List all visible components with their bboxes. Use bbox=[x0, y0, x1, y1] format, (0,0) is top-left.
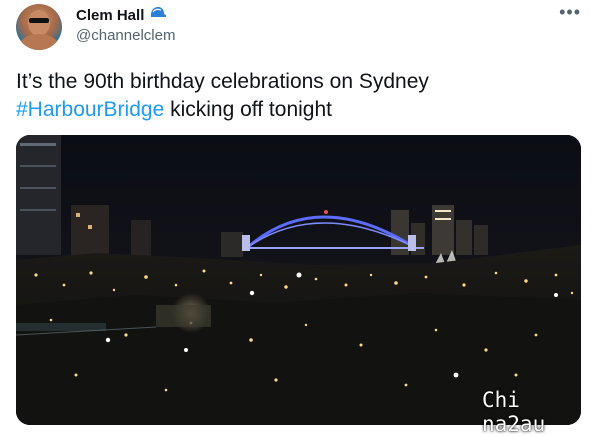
video-frame bbox=[16, 135, 581, 425]
avatar-shoulders bbox=[20, 34, 58, 50]
avatar-face bbox=[28, 10, 50, 36]
hashtag-link[interactable]: #HarbourBridge bbox=[16, 98, 164, 121]
author-handle[interactable]: @channelclem bbox=[76, 27, 175, 44]
watermark-text: Chi na2au bbox=[482, 388, 546, 436]
avatar[interactable] bbox=[16, 4, 62, 50]
author-display-name[interactable]: Clem Hall bbox=[76, 7, 144, 24]
author-block: Clem Hall @channelclem bbox=[76, 5, 175, 44]
tweet-text-intro: It’s the 90th birthday celebrations on S… bbox=[16, 70, 429, 93]
tweet-video[interactable] bbox=[16, 135, 581, 425]
tweet-text-outro: kicking off tonight bbox=[164, 98, 332, 121]
author-name-row: Clem Hall bbox=[76, 5, 175, 25]
avatar-sunglasses bbox=[29, 18, 49, 23]
blue-cap-icon bbox=[149, 6, 167, 25]
tweet-text: It’s the 90th birthday celebrations on S… bbox=[16, 68, 576, 124]
more-options-icon[interactable]: ••• bbox=[559, 2, 581, 23]
